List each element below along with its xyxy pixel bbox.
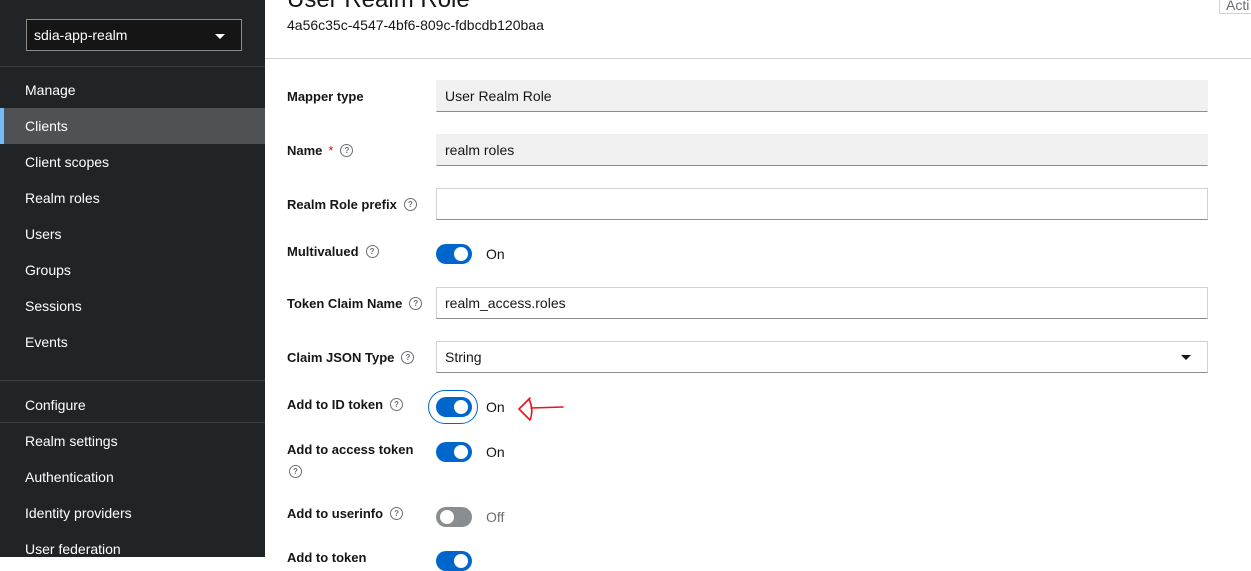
token-claim-name-label-text: Token Claim Name [287, 296, 403, 311]
token-claim-name-value: realm_access.roles [445, 295, 566, 311]
claim-json-type-label-text: Claim JSON Type [287, 350, 395, 365]
multivalued-toggle[interactable] [436, 244, 472, 264]
help-icon[interactable]: ? [390, 398, 404, 411]
multivalued-state: On [486, 246, 505, 262]
add-to-userinfo-state: Off [486, 509, 505, 525]
add-to-id-token-toggle[interactable] [436, 397, 472, 417]
token-claim-name-input[interactable]: realm_access.roles [436, 287, 1208, 319]
red-arrow-annotation-icon [518, 397, 564, 421]
sidebar-item-authentication[interactable]: Authentication [0, 459, 265, 495]
sidebar-item-identity-providers[interactable]: Identity providers [0, 495, 265, 531]
sidebar-item-user-federation[interactable]: User federation [0, 531, 265, 567]
help-icon[interactable]: ? [390, 507, 404, 520]
claim-json-type-label: Claim JSON Type ? [287, 350, 415, 365]
help-icon[interactable]: ? [340, 144, 354, 157]
help-icon[interactable]: ? [403, 198, 417, 211]
sidebar-item-realm-settings[interactable]: Realm settings [0, 423, 265, 459]
toggle-knob [440, 510, 454, 524]
caret-down-icon [215, 34, 225, 39]
realm-role-prefix-label: Realm Role prefix ? [287, 197, 417, 212]
multivalued-label-text: Multivalued [287, 244, 359, 259]
add-to-id-token-label-text: Add to ID token [287, 397, 384, 412]
sidebar-item-groups[interactable]: Groups [0, 252, 265, 288]
mapper-type-field: User Realm Role [436, 80, 1208, 112]
realm-role-prefix-label-text: Realm Role prefix [287, 197, 397, 212]
sidebar-divider [0, 380, 265, 381]
required-indicator: * [328, 143, 334, 158]
multivalued-label: Multivalued ? [287, 244, 379, 259]
sidebar-item-clients[interactable]: Clients [0, 108, 265, 144]
toggle-knob [454, 445, 468, 459]
add-to-token-toggle[interactable] [436, 551, 472, 571]
caret-down-icon [1181, 355, 1191, 360]
add-to-access-token-state: On [486, 444, 505, 460]
action-dropdown-button[interactable]: Acti [1219, 0, 1251, 14]
toggle-knob [454, 247, 468, 261]
name-label-text: Name [287, 143, 323, 158]
add-to-userinfo-label: Add to userinfo ? [287, 506, 404, 521]
sidebar-item-sessions[interactable]: Sessions [0, 288, 265, 324]
sidebar-heading-manage: Manage [25, 82, 76, 98]
mapper-type-value: User Realm Role [445, 88, 552, 104]
sidebar-item-client-scopes[interactable]: Client scopes [0, 144, 265, 180]
mapper-form: Mapper type User Realm Role Name * ? rea… [265, 59, 1251, 571]
claim-json-type-value: String [445, 349, 482, 365]
name-value: realm roles [445, 142, 515, 158]
name-field: realm roles [436, 134, 1208, 166]
help-icon[interactable]: ? [401, 351, 415, 364]
page-subtitle-id: 4a56c35c-4547-4bf6-809c-fdbcdb120baa [287, 17, 544, 33]
toggle-knob [454, 400, 468, 414]
add-to-token-label: Add to token [287, 550, 366, 565]
sidebar-divider [0, 66, 265, 67]
sidebar-heading-configure: Configure [25, 397, 86, 413]
sidebar: sdia-app-realm Manage Clients Client sco… [0, 0, 265, 557]
token-claim-name-label: Token Claim Name ? [287, 296, 423, 311]
sidebar-item-realm-roles[interactable]: Realm roles [0, 180, 265, 216]
add-to-access-token-label-text: Add to access token [287, 442, 414, 457]
sidebar-item-users[interactable]: Users [0, 216, 265, 252]
toggle-knob [454, 554, 468, 568]
realm-selector-value: sdia-app-realm [34, 27, 128, 43]
page-header: User Realm Role 4a56c35c-4547-4bf6-809c-… [265, 0, 1251, 59]
add-to-userinfo-label-text: Add to userinfo [287, 506, 384, 521]
claim-json-type-select[interactable]: String [436, 341, 1208, 373]
realm-role-prefix-input[interactable] [436, 188, 1208, 220]
add-to-access-token-toggle[interactable] [436, 442, 472, 462]
realm-selector[interactable]: sdia-app-realm [26, 19, 242, 51]
mapper-type-label-text: Mapper type [287, 89, 364, 104]
add-to-userinfo-toggle[interactable] [436, 507, 472, 527]
mapper-type-label: Mapper type [287, 89, 364, 104]
action-dropdown-label: Acti [1226, 0, 1250, 13]
add-to-id-token-state: On [486, 399, 505, 415]
sidebar-item-events[interactable]: Events [0, 324, 265, 360]
help-icon[interactable]: ? [409, 297, 423, 310]
add-to-id-token-label: Add to ID token ? [287, 397, 404, 412]
page-title: User Realm Role [287, 0, 470, 14]
help-icon[interactable]: ? [365, 245, 379, 258]
add-to-token-label-text: Add to token [287, 550, 367, 565]
help-icon[interactable]: ? [289, 465, 302, 478]
add-to-access-token-label: Add to access token [287, 442, 413, 457]
name-label: Name * ? [287, 143, 354, 158]
